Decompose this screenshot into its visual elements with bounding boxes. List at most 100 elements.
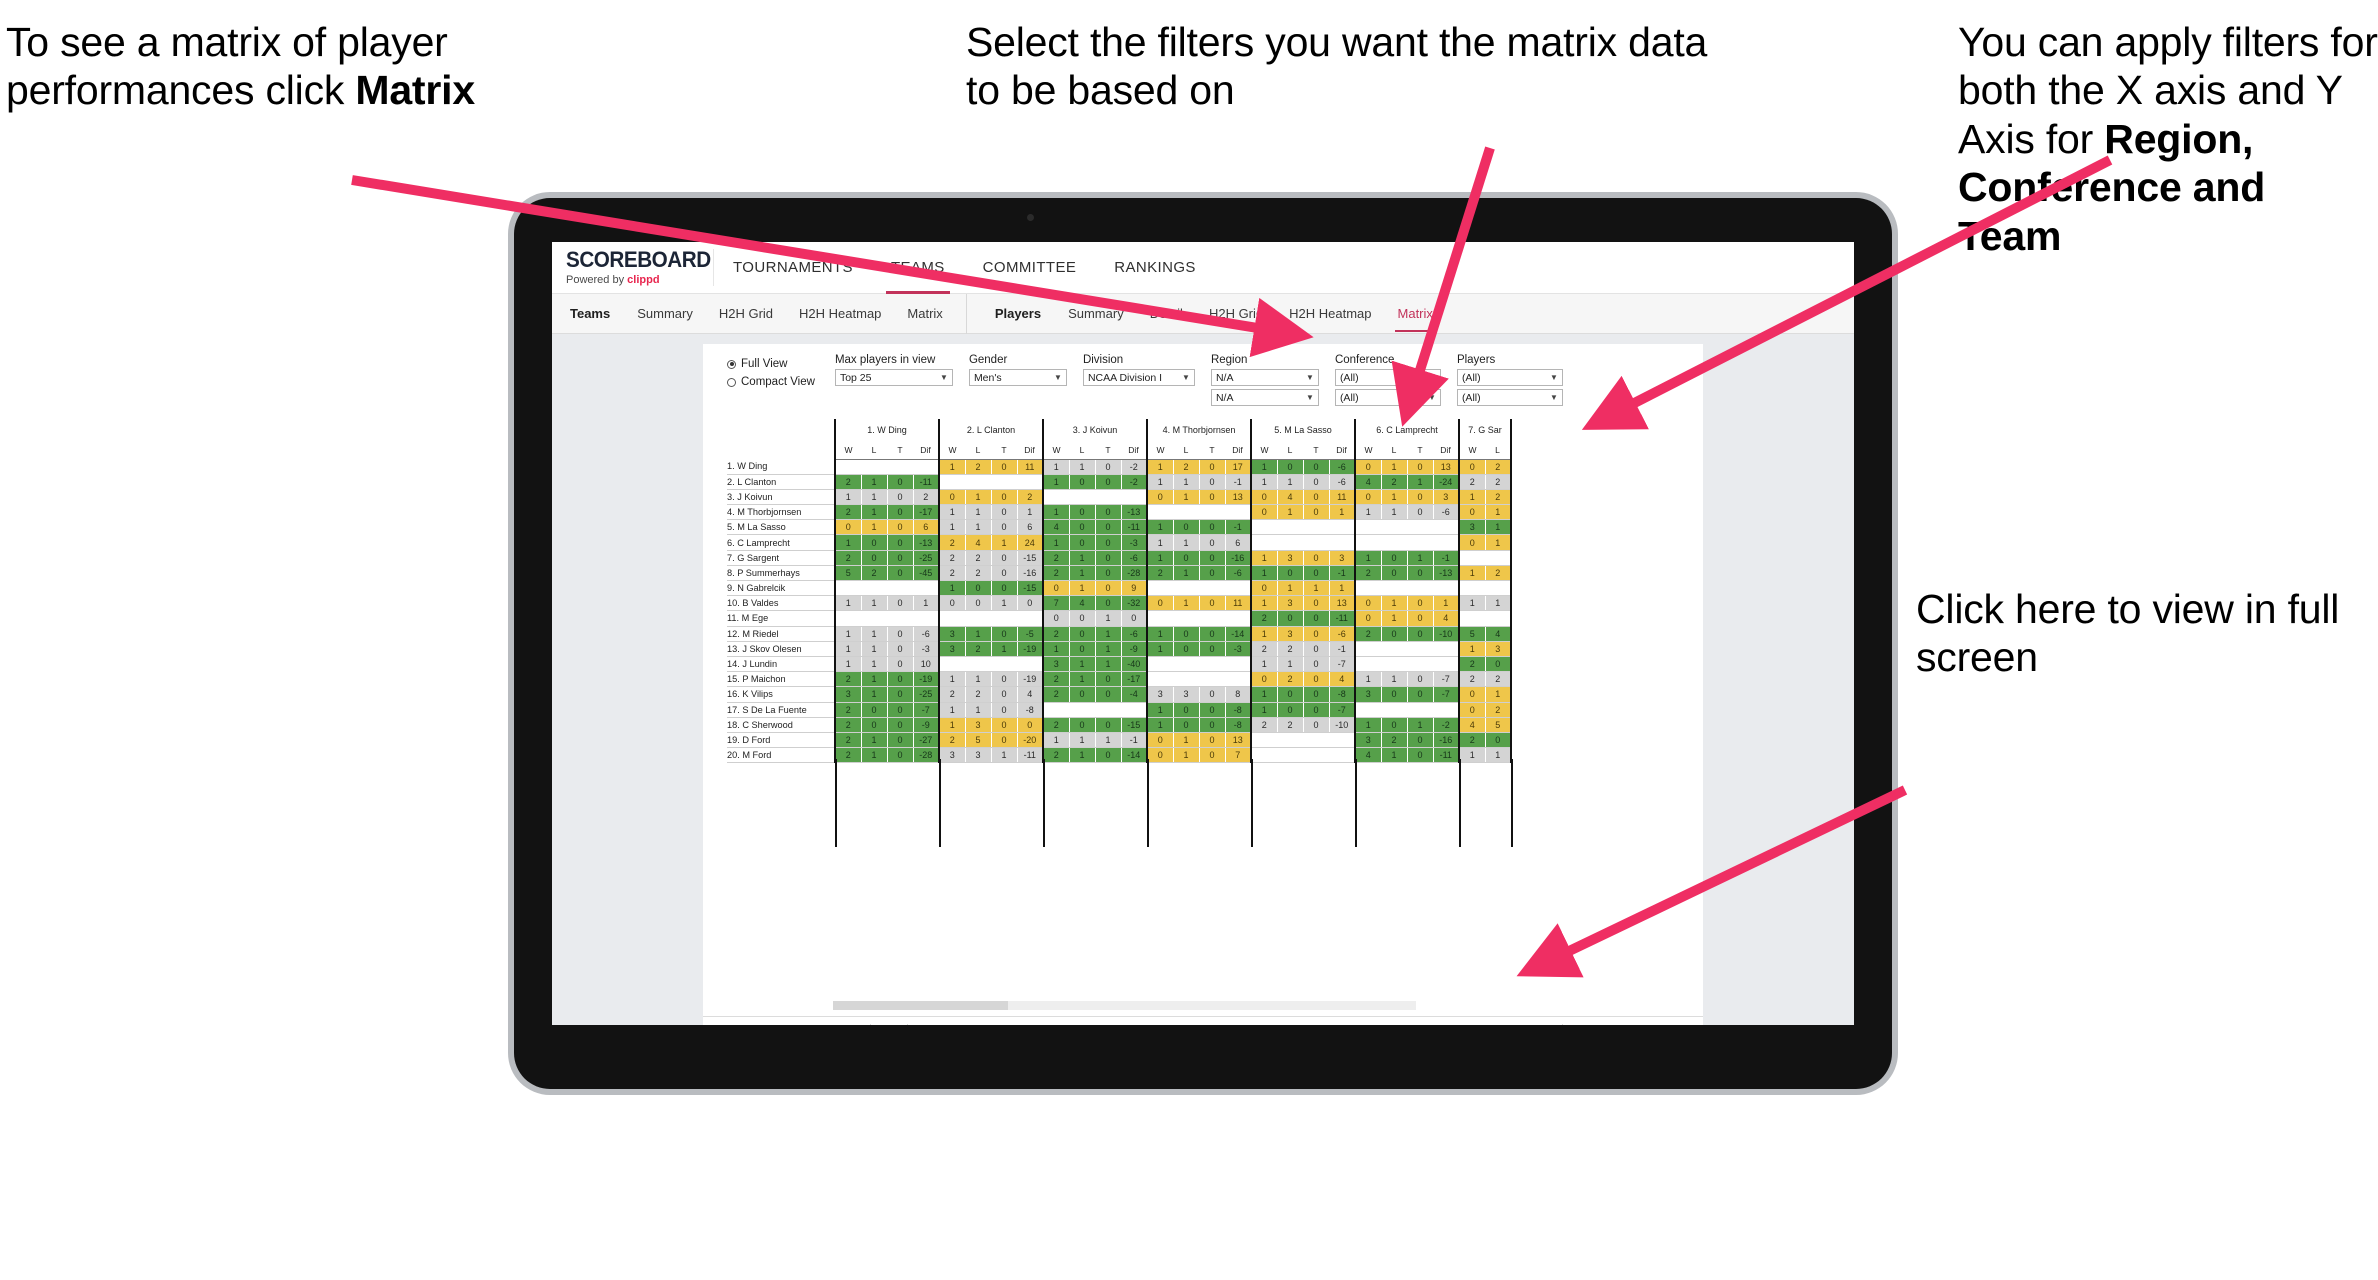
matrix-cell[interactable]: 4 xyxy=(1354,747,1382,764)
matrix-cell[interactable]: -6 xyxy=(1433,504,1460,521)
matrix-cell[interactable] xyxy=(834,580,862,597)
matrix-cell[interactable]: 1 xyxy=(1173,595,1200,612)
matrix-cell[interactable]: 1 xyxy=(1381,459,1408,475)
matrix-cell[interactable]: 2 xyxy=(938,550,966,566)
matrix-cell[interactable]: 2 xyxy=(1042,717,1070,733)
matrix-cell[interactable] xyxy=(1354,702,1382,718)
filter-region-y-select[interactable]: N/A ▼ xyxy=(1210,389,1319,406)
matrix-cell[interactable]: 0 xyxy=(887,686,914,703)
matrix-cell[interactable] xyxy=(1381,580,1408,597)
tab-players-summary[interactable]: Summary xyxy=(1055,294,1137,334)
matrix-cell[interactable]: 1 xyxy=(991,534,1018,551)
matrix-cell[interactable]: 0 xyxy=(991,732,1018,749)
matrix-cell[interactable] xyxy=(1381,519,1408,536)
matrix-cell[interactable] xyxy=(1199,671,1226,688)
matrix-cell[interactable]: 0 xyxy=(1303,459,1330,475)
matrix-cell[interactable] xyxy=(1199,656,1226,673)
matrix-cell[interactable]: 0 xyxy=(1069,519,1096,536)
matrix-cell[interactable]: -11 xyxy=(1121,519,1148,536)
matrix-cell[interactable]: -7 xyxy=(1433,686,1460,703)
matrix-cell[interactable] xyxy=(1407,580,1434,597)
matrix-cell[interactable]: 1 xyxy=(1433,595,1460,612)
matrix-cell[interactable] xyxy=(1250,519,1278,536)
matrix-cell[interactable]: 0 xyxy=(1458,504,1486,521)
matrix-cell[interactable]: 0 xyxy=(1277,702,1304,718)
matrix-cell[interactable]: 2 xyxy=(1250,610,1278,627)
matrix-cell[interactable]: 0 xyxy=(1173,626,1200,642)
matrix-row-player-label[interactable]: 11. M Ege xyxy=(727,610,835,627)
matrix-row-player-label[interactable]: 3. J Koivun xyxy=(727,489,835,506)
matrix-cell[interactable]: 1 xyxy=(1069,732,1096,749)
matrix-cell[interactable]: -4 xyxy=(1121,686,1148,703)
matrix-cell[interactable]: 1 xyxy=(1173,565,1200,582)
matrix-cell[interactable]: 0 xyxy=(1303,504,1330,521)
matrix-cell[interactable]: 3 xyxy=(1354,686,1382,703)
matrix-cell[interactable]: 7 xyxy=(1042,595,1070,612)
matrix-cell[interactable] xyxy=(1173,656,1200,673)
matrix-cell[interactable]: 2 xyxy=(1354,565,1382,582)
matrix-cell[interactable]: 1 xyxy=(834,595,862,612)
matrix-cell[interactable]: 2 xyxy=(1485,474,1512,490)
matrix-cell[interactable]: 1 xyxy=(938,459,966,475)
matrix-cell[interactable] xyxy=(965,474,992,490)
matrix-cell[interactable]: 2 xyxy=(1485,671,1512,688)
matrix-cell[interactable]: 1 xyxy=(1381,671,1408,688)
matrix-cell[interactable]: 0 xyxy=(1095,459,1122,475)
matrix-cell[interactable]: 2 xyxy=(1458,732,1486,749)
matrix-cell[interactable]: 2 xyxy=(1042,565,1070,582)
matrix-cell[interactable] xyxy=(1407,519,1434,536)
matrix-cell[interactable]: 2 xyxy=(834,717,862,733)
filter-players-x-select[interactable]: (All) ▼ xyxy=(1456,369,1563,386)
matrix-cell[interactable]: 1 xyxy=(1354,550,1382,566)
matrix-cell[interactable]: 1 xyxy=(1485,519,1512,536)
matrix-cell[interactable] xyxy=(1303,732,1330,749)
matrix-cell[interactable]: 1 xyxy=(938,504,966,521)
matrix-cell[interactable]: 0 xyxy=(1069,474,1096,490)
matrix-cell[interactable]: 0 xyxy=(1303,595,1330,612)
matrix-cell[interactable] xyxy=(938,474,966,490)
matrix-cell[interactable]: 1 xyxy=(861,732,888,749)
matrix-cell[interactable]: -1 xyxy=(1433,550,1460,566)
matrix-cell[interactable]: 3 xyxy=(1277,550,1304,566)
matrix-cell[interactable]: 0 xyxy=(1485,732,1512,749)
matrix-cell[interactable]: 2 xyxy=(834,671,862,688)
matrix-cell[interactable]: -11 xyxy=(1329,610,1356,627)
matrix-cell[interactable]: 0 xyxy=(1407,686,1434,703)
matrix-cell[interactable] xyxy=(1017,610,1044,627)
matrix-cell[interactable] xyxy=(1407,534,1434,551)
matrix-cell[interactable]: 0 xyxy=(1042,580,1070,597)
matrix-cell[interactable] xyxy=(1250,534,1278,551)
matrix-cell[interactable]: 1 xyxy=(1250,702,1278,718)
matrix-cell[interactable] xyxy=(1407,641,1434,657)
matrix-cell[interactable]: -13 xyxy=(1433,565,1460,582)
matrix-row-player-label[interactable]: 1. W Ding xyxy=(727,459,835,475)
matrix-cell[interactable]: 0 xyxy=(887,550,914,566)
matrix-cell[interactable]: 0 xyxy=(991,489,1018,506)
matrix-cell[interactable]: -2 xyxy=(1433,717,1460,733)
matrix-cell[interactable]: 1 xyxy=(861,656,888,673)
matrix-cell[interactable]: 0 xyxy=(1303,671,1330,688)
matrix-cell[interactable]: 1 xyxy=(938,671,966,688)
matrix-cell[interactable]: 1 xyxy=(1381,747,1408,764)
matrix-cell[interactable]: -6 xyxy=(1121,550,1148,566)
redo-icon[interactable]: ↻ xyxy=(739,1024,761,1026)
matrix-cell[interactable]: 2 xyxy=(1458,656,1486,673)
matrix-cell[interactable] xyxy=(1433,641,1460,657)
nav-tournaments[interactable]: TOURNAMENTS xyxy=(714,242,872,294)
matrix-cell[interactable]: 1 xyxy=(1146,519,1174,536)
matrix-cell[interactable]: 0 xyxy=(1407,504,1434,521)
matrix-cell[interactable]: -1 xyxy=(1329,565,1356,582)
matrix-cell[interactable]: 4 xyxy=(965,534,992,551)
matrix-cell[interactable]: 3 xyxy=(1458,519,1486,536)
matrix-cell[interactable] xyxy=(938,610,966,627)
matrix-cell[interactable]: 0 xyxy=(991,702,1018,718)
matrix-cell[interactable]: 0 xyxy=(991,671,1018,688)
matrix-cell[interactable]: 0 xyxy=(1095,595,1122,612)
matrix-cell[interactable]: 1 xyxy=(1485,504,1512,521)
matrix-cell[interactable]: 1 xyxy=(991,747,1018,764)
matrix-cell[interactable]: 2 xyxy=(834,747,862,764)
chevron-down-icon[interactable]: ▾ xyxy=(1600,1024,1612,1026)
matrix-cell[interactable]: 0 xyxy=(1407,489,1434,506)
matrix-cell[interactable]: 0 xyxy=(1485,656,1512,673)
matrix-cell[interactable]: -5 xyxy=(1017,626,1044,642)
